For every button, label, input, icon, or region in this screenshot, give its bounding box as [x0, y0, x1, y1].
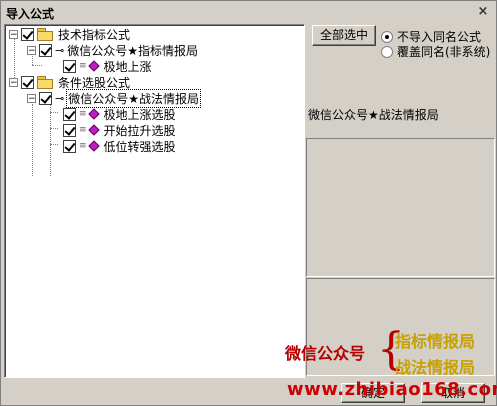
doc-icon: ≡: [79, 141, 87, 151]
tree-node-tactics-bureau[interactable]: − ⊸ 微信公众号★战法情报局: [27, 88, 201, 108]
dialog-title: 导入公式: [6, 7, 55, 21]
title-bar: 导入公式 ×: [2, 2, 495, 22]
checkbox[interactable]: [63, 107, 76, 121]
doc-icon: ≡: [79, 109, 87, 119]
tree-node-label: 极地上涨选股: [103, 107, 176, 122]
watermark-url: www.zhibiao168.com: [287, 379, 497, 400]
folder-icon: [37, 76, 53, 89]
radio-button[interactable]: [381, 45, 393, 58]
tree-leaf-item[interactable]: ≡ 低位转强选股: [63, 138, 177, 154]
tree-node-label: 技术指标公式: [58, 27, 131, 42]
tree-node-label: 开始拉升选股: [103, 123, 176, 138]
checkbox[interactable]: [63, 139, 76, 153]
doc-icon: ≡: [79, 61, 87, 71]
expander-icon[interactable]: −: [27, 45, 36, 55]
tree-node-indicator-bureau[interactable]: − ⊸ 微信公众号★指标情报局: [27, 42, 199, 58]
tree-node-label: 极地上涨: [103, 59, 152, 74]
formula-name-text: 微信公众号★战法情报局: [308, 108, 439, 122]
select-all-button[interactable]: 全部选中: [312, 25, 376, 46]
expander-icon[interactable]: −: [27, 93, 36, 103]
expander-icon[interactable]: −: [9, 29, 18, 39]
radio-overwrite[interactable]: 覆盖同名(非系统): [381, 43, 490, 60]
key-icon: ⊸: [55, 91, 64, 105]
close-icon[interactable]: ×: [475, 4, 491, 19]
checkbox[interactable]: [39, 43, 52, 57]
formula-name-panel: 微信公众号★战法情报局: [306, 105, 495, 138]
radio-button[interactable]: [381, 30, 393, 43]
checkbox[interactable]: [39, 91, 52, 105]
formula-tree[interactable]: − 技术指标公式 − ⊸ 微信公众号★指标情报局 ≡ 极地上涨 − 条件选股公式…: [4, 24, 305, 378]
tree-line: [50, 112, 58, 113]
watermark-wechat: 微信公众号: [285, 344, 366, 363]
radio-label: 覆盖同名(非系统): [397, 45, 491, 59]
tree-node-tech-indicators[interactable]: − 技术指标公式: [9, 26, 131, 42]
checkbox[interactable]: [63, 59, 76, 73]
tree-line: [32, 65, 42, 66]
checkbox[interactable]: [21, 75, 34, 89]
tree-node-label: 低位转强选股: [103, 139, 176, 154]
tree-line: [50, 144, 58, 145]
tree-line: [50, 104, 51, 176]
folder-icon: [37, 28, 53, 41]
doc-icon: ≡: [79, 125, 87, 135]
formula-icon: [87, 140, 100, 152]
expander-icon[interactable]: −: [9, 77, 18, 87]
formula-description-area[interactable]: [306, 138, 495, 277]
checkbox[interactable]: [63, 123, 76, 137]
formula-icon: [87, 108, 100, 120]
tree-leaf-item[interactable]: ≡ 开始拉升选股: [63, 122, 177, 138]
key-icon: ⊸: [55, 43, 64, 57]
checkbox[interactable]: [21, 27, 34, 41]
formula-icon: [87, 60, 100, 72]
tree-line: [50, 128, 58, 129]
tree-node-label: 微信公众号★指标情报局: [67, 43, 198, 58]
formula-icon: [87, 124, 100, 136]
tree-line: [32, 104, 33, 176]
watermark-indicator-bureau: 指标情报局: [395, 332, 476, 351]
tree-leaf-item[interactable]: ≡ 极地上涨选股: [63, 106, 177, 122]
tree-leaf-item[interactable]: ≡ 极地上涨: [63, 58, 153, 74]
watermark-tactics-bureau: 战法情报局: [395, 358, 476, 377]
